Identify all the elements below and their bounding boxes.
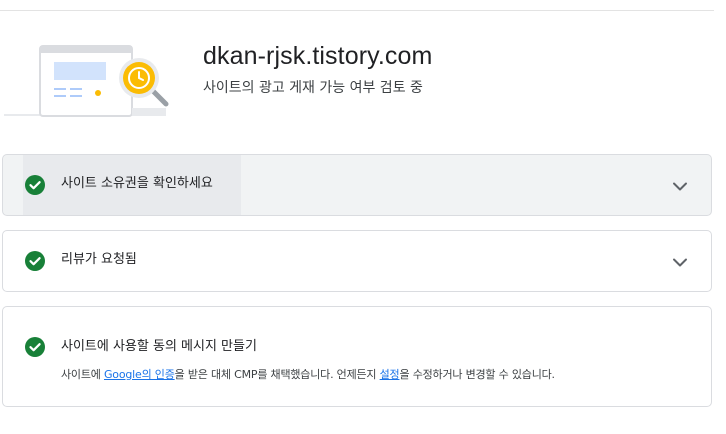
site-domain: dkan-rjsk.tistory.com <box>203 42 433 70</box>
check-circle-icon <box>25 251 45 271</box>
site-review-illustration <box>4 45 169 117</box>
settings-link[interactable]: 설정 <box>380 368 400 381</box>
consent-message-step: 사이트에 사용할 동의 메시지 만들기 사이트에 Google의 인증을 받은 … <box>2 306 712 407</box>
google-certified-link[interactable]: Google의 인증 <box>104 368 175 381</box>
consent-desc-text: 을 받은 대체 CMP를 채택했습니다. 언제든지 <box>174 368 380 381</box>
site-header: dkan-rjsk.tistory.com 사이트의 광고 게재 가능 여부 검… <box>203 42 432 97</box>
review-status-text: 사이트의 광고 게재 가능 여부 검토 중 <box>203 80 423 96</box>
chevron-down-icon[interactable] <box>671 177 689 195</box>
step-title: 리뷰가 요청됨 <box>61 252 137 267</box>
consent-description: 사이트에 Google의 인증을 받은 대체 CMP를 채택했습니다. 언제든지… <box>61 367 555 383</box>
review-requested-step[interactable]: 리뷰가 요청됨 <box>2 230 712 292</box>
chevron-down-icon[interactable] <box>671 253 689 271</box>
consent-desc-text: 사이트에 <box>61 368 104 381</box>
step-title: 사이트에 사용할 동의 메시지 만들기 <box>61 339 257 354</box>
consent-desc-text: 을 수정하거나 변경할 수 있습니다. <box>399 368 555 381</box>
check-circle-icon <box>25 175 45 195</box>
step-title: 사이트 소유권을 확인하세요 <box>61 176 213 191</box>
verify-ownership-step[interactable]: 사이트 소유권을 확인하세요 <box>2 154 712 216</box>
top-divider <box>0 10 714 11</box>
check-circle-icon <box>25 337 45 357</box>
